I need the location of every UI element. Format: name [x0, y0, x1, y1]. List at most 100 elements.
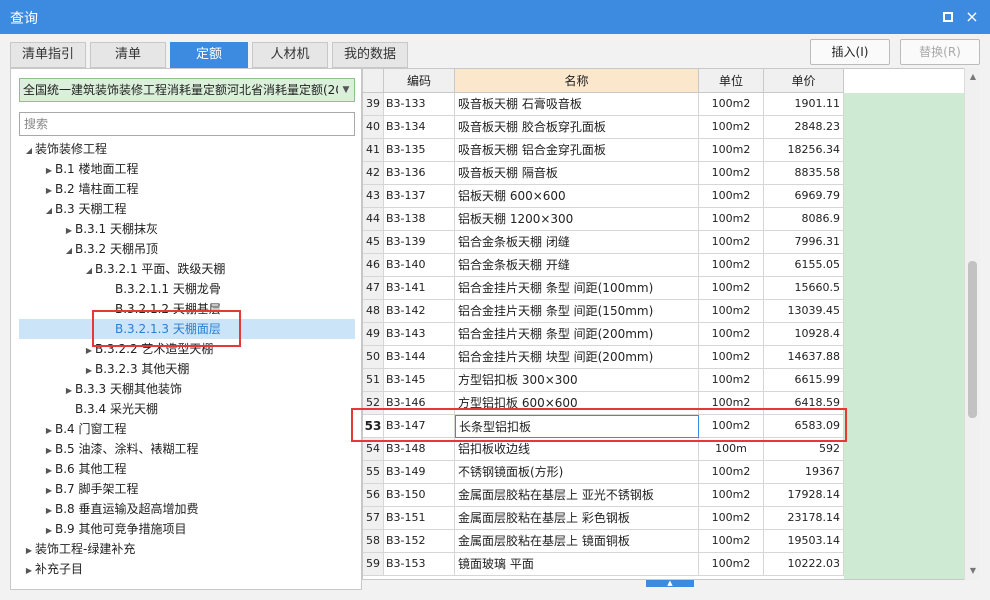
expand-arrow-icon[interactable]: ▶ [43, 461, 55, 481]
table-row[interactable]: 42 B3-136 吸音板天棚 隔音板 100m2 8835.58 [363, 162, 844, 185]
table-row[interactable]: 51 B3-145 方型铝扣板 300×300 100m2 6615.99 [363, 369, 844, 392]
scroll-up-icon[interactable]: ▲ [965, 70, 981, 84]
header-name[interactable]: 名称 [455, 69, 699, 93]
expand-arrow-icon[interactable]: ▶ [63, 381, 75, 401]
search-box[interactable] [19, 112, 355, 136]
table-row[interactable]: 43 B3-137 铝板天棚 600×600 100m2 6969.79 [363, 185, 844, 208]
row-name[interactable]: 铝合金挂片天棚 块型 间距(200mm) [455, 346, 699, 369]
row-price[interactable]: 7996.31 [764, 231, 844, 254]
expand-arrow-icon[interactable]: ▶ [43, 481, 55, 501]
row-name[interactable]: 铝合金挂片天棚 条型 间距(100mm) [455, 277, 699, 300]
search-input[interactable] [20, 113, 354, 135]
tree-node[interactable]: ▶ B.4 门窗工程 [43, 419, 127, 439]
row-price[interactable]: 6155.05 [764, 254, 844, 277]
tab-my-data[interactable]: 我的数据 [332, 42, 408, 68]
row-price[interactable]: 19367 [764, 461, 844, 484]
row-price[interactable]: 14637.88 [764, 346, 844, 369]
expand-arrow-icon[interactable]: ▶ [43, 501, 55, 521]
row-unit[interactable]: 100m2 [699, 323, 764, 346]
row-name[interactable]: 铝合金挂片天棚 条型 间距(200mm) [455, 323, 699, 346]
table-row[interactable]: 55 B3-149 不锈钢镜面板(方形) 100m2 19367 [363, 461, 844, 484]
row-name[interactable]: 金属面层胶粘在基层上 亚光不锈钢板 [455, 484, 699, 507]
row-name[interactable]: 吸音板天棚 胶合板穿孔面板 [455, 116, 699, 139]
row-unit[interactable]: 100m2 [699, 300, 764, 323]
row-name[interactable]: 金属面层胶粘在基层上 镜面铜板 [455, 530, 699, 553]
row-code[interactable]: B3-145 [384, 369, 455, 392]
row-name[interactable]: 金属面层胶粘在基层上 彩色钢板 [455, 507, 699, 530]
tree-node[interactable]: ◢ 装饰装修工程 [23, 139, 107, 159]
row-code[interactable]: B3-150 [384, 484, 455, 507]
header-price[interactable]: 单价 [764, 69, 844, 93]
tree-node[interactable]: ▶ B.3.2.3 其他天棚 [83, 359, 189, 379]
tree-node[interactable]: B.3.4 采光天棚 [63, 399, 158, 419]
row-unit[interactable]: 100m2 [699, 346, 764, 369]
vertical-scrollbar[interactable]: ▲ ▼ [964, 68, 980, 580]
expand-arrow-icon[interactable]: ▶ [43, 521, 55, 541]
tree-node[interactable]: ◢ B.3.2 天棚吊顶 [63, 239, 158, 259]
row-code[interactable]: B3-149 [384, 461, 455, 484]
row-unit[interactable]: 100m2 [699, 484, 764, 507]
tree-node[interactable]: ▶ 装饰工程-绿建补充 [23, 539, 135, 559]
expand-arrow-icon[interactable]: ▶ [83, 361, 95, 381]
tree-node[interactable]: ◢ B.3.2.1 平面、跌级天棚 [83, 259, 225, 279]
tree-node[interactable]: ◢ B.3 天棚工程 [43, 199, 127, 219]
table-row[interactable]: 44 B3-138 铝板天棚 1200×300 100m2 8086.9 [363, 208, 844, 231]
table-row[interactable]: 59 B3-153 镜面玻璃 平面 100m2 10222.03 [363, 553, 844, 576]
tree-node[interactable]: ▶ B.7 脚手架工程 [43, 479, 139, 499]
row-price[interactable]: 8835.58 [764, 162, 844, 185]
expand-arrow-icon[interactable]: ▶ [43, 181, 55, 201]
row-unit[interactable]: 100m2 [699, 231, 764, 254]
row-name[interactable]: 镜面玻璃 平面 [455, 553, 699, 576]
expand-arrow-icon[interactable]: ▶ [43, 161, 55, 181]
header-unit[interactable]: 单位 [699, 69, 764, 93]
row-price[interactable]: 19503.14 [764, 530, 844, 553]
table-row[interactable]: 57 B3-151 金属面层胶粘在基层上 彩色钢板 100m2 23178.14 [363, 507, 844, 530]
row-unit[interactable]: 100m2 [699, 369, 764, 392]
replace-button[interactable]: 替换(R) [900, 39, 980, 65]
row-price[interactable]: 10928.4 [764, 323, 844, 346]
row-unit[interactable]: 100m2 [699, 139, 764, 162]
row-code[interactable]: B3-143 [384, 323, 455, 346]
row-name[interactable]: 吸音板天棚 铝合金穿孔面板 [455, 139, 699, 162]
expand-arrow-icon[interactable]: ▶ [23, 541, 35, 561]
row-unit[interactable]: 100m2 [699, 208, 764, 231]
close-icon[interactable]: × [962, 7, 982, 27]
table-row[interactable]: 49 B3-143 铝合金挂片天棚 条型 间距(200mm) 100m2 10928.4 [363, 323, 844, 346]
row-name[interactable]: 方型铝扣板 300×300 [455, 369, 699, 392]
tree-node[interactable]: ▶ B.5 油漆、涂料、裱糊工程 [43, 439, 199, 459]
table-row[interactable]: 48 B3-142 铝合金挂片天棚 条型 间距(150mm) 100m2 13039.4… [363, 300, 844, 323]
row-unit[interactable]: 100m2 [699, 185, 764, 208]
tree-node[interactable]: ▶ B.9 其他可竞争措施项目 [43, 519, 187, 539]
tab-list[interactable]: 清单 [90, 42, 166, 68]
library-select[interactable]: 全国统一建筑装饰装修工程消耗量定额河北省消耗量定额(20 ▼ [19, 78, 355, 102]
row-unit[interactable]: 100m2 [699, 277, 764, 300]
row-unit[interactable]: 100m2 [699, 116, 764, 139]
tab-quota[interactable]: 定额 [170, 42, 248, 68]
row-name[interactable]: 不锈钢镜面板(方形) [455, 461, 699, 484]
insert-button[interactable]: 插入(I) [810, 39, 890, 65]
maximize-icon[interactable] [938, 7, 958, 27]
table-row[interactable]: 39 B3-133 吸音板天棚 石膏吸音板 100m2 1901.11 [363, 93, 844, 116]
table-row[interactable]: 41 B3-135 吸音板天棚 铝合金穿孔面板 100m2 18256.34 [363, 139, 844, 162]
row-code[interactable]: B3-139 [384, 231, 455, 254]
row-price[interactable]: 6615.99 [764, 369, 844, 392]
row-unit[interactable]: 100m2 [699, 93, 764, 116]
table-row[interactable]: 40 B3-134 吸音板天棚 胶合板穿孔面板 100m2 2848.23 [363, 116, 844, 139]
tree-node[interactable]: ▶ B.2 墙柱面工程 [43, 179, 139, 199]
tree-node[interactable]: ▶ B.3.1 天棚抹灰 [63, 219, 158, 239]
row-price[interactable]: 15660.5 [764, 277, 844, 300]
row-name[interactable]: 铝合金条板天棚 开缝 [455, 254, 699, 277]
row-code[interactable]: B3-151 [384, 507, 455, 530]
tree-node[interactable]: B.3.2.1.1 天棚龙骨 [103, 279, 221, 299]
table-row[interactable]: 50 B3-144 铝合金挂片天棚 块型 间距(200mm) 100m2 14637.8… [363, 346, 844, 369]
row-price[interactable]: 6969.79 [764, 185, 844, 208]
collapse-arrow-icon[interactable]: ◢ [43, 201, 55, 221]
scrollbar-thumb[interactable] [968, 261, 977, 418]
table-row[interactable]: 45 B3-139 铝合金条板天棚 闭缝 100m2 7996.31 [363, 231, 844, 254]
tree-node[interactable]: ▶ B.6 其他工程 [43, 459, 127, 479]
row-code[interactable]: B3-138 [384, 208, 455, 231]
row-price[interactable]: 23178.14 [764, 507, 844, 530]
row-unit[interactable]: 100m2 [699, 254, 764, 277]
collapse-arrow-icon[interactable]: ◢ [23, 141, 35, 161]
row-code[interactable]: B3-134 [384, 116, 455, 139]
